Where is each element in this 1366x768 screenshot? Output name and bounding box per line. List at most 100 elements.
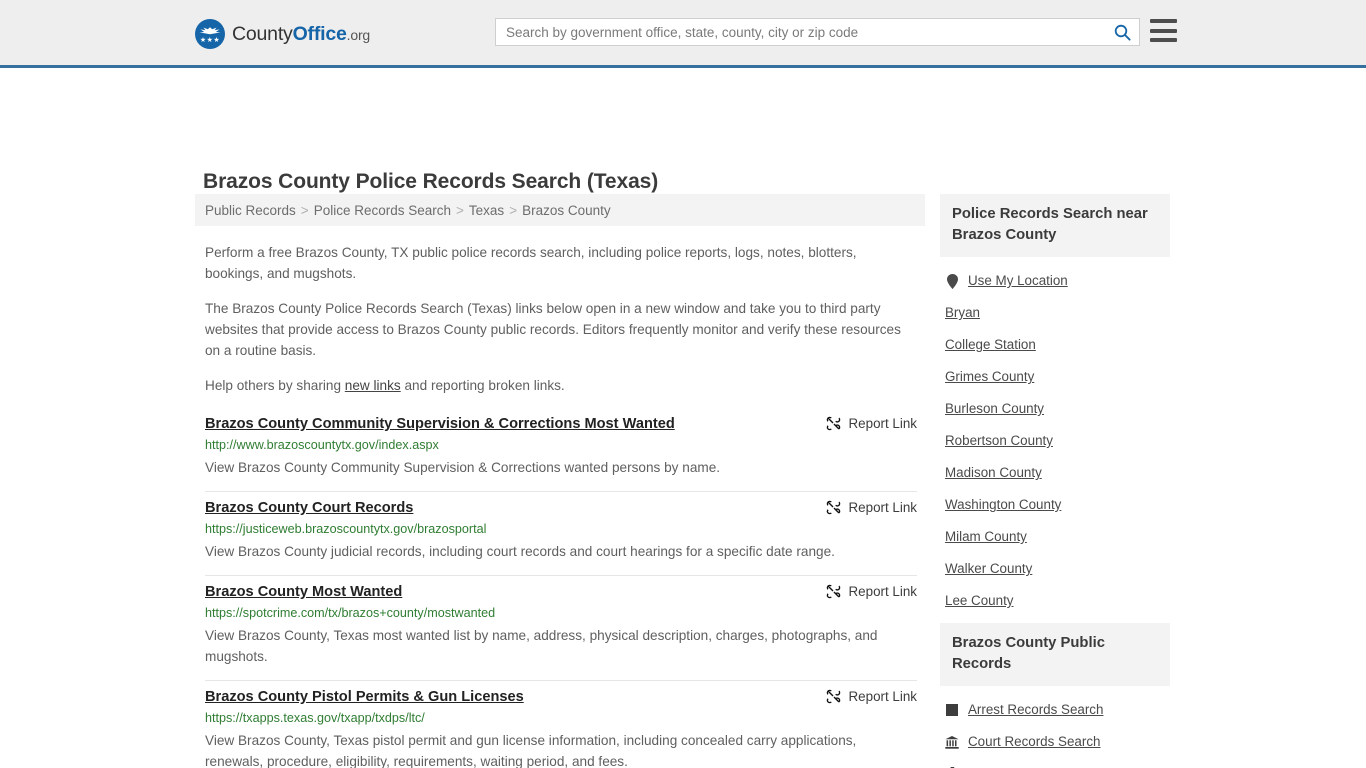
sidebar-nearby-list: Use My Location Bryan College Station Gr…	[940, 257, 1170, 617]
sidebar-item-grimes-county[interactable]: Grimes County	[940, 361, 1170, 393]
breadcrumb-item-texas[interactable]: Texas	[469, 203, 504, 218]
breadcrumb-separator: >	[300, 202, 309, 218]
result-description: View Brazos County, Texas pistol permit …	[205, 733, 857, 768]
sidebar-link-washington-county[interactable]: Washington County	[945, 496, 1061, 514]
intro-section: Perform a free Brazos County, TX public …	[195, 242, 925, 396]
broken-link-icon	[826, 416, 840, 431]
sidebar-heading-nearby: Police Records Search near Brazos County	[940, 194, 1170, 257]
sidebar-link-court-records-search[interactable]: Court Records Search	[968, 733, 1100, 751]
report-link-button[interactable]: Report Link	[825, 688, 917, 705]
search-button[interactable]	[1105, 19, 1139, 45]
sidebar-item-bryan[interactable]: Bryan	[940, 297, 1170, 329]
sidebar-item-madison-county[interactable]: Madison County	[940, 457, 1170, 489]
result-url[interactable]: https://spotcrime.com/tx/brazos+county/m…	[205, 605, 917, 622]
new-links-link[interactable]: new links	[345, 378, 401, 393]
sidebar-link-robertson-county[interactable]: Robertson County	[945, 432, 1053, 450]
breadcrumb-item-public-records[interactable]: Public Records	[205, 203, 296, 218]
page-title: Brazos County Police Records Search (Tex…	[203, 170, 659, 194]
logo-text-office: Office	[292, 22, 347, 45]
hamburger-bar-3	[1150, 38, 1177, 42]
hamburger-bar-1	[1150, 19, 1177, 23]
sidebar-public-records-list: Arrest Records Search Court Records Sear…	[940, 686, 1170, 768]
report-link-button[interactable]: Report Link	[825, 415, 917, 432]
sidebar-link-bryan[interactable]: Bryan	[945, 304, 980, 322]
results-list: Brazos County Community Supervision & Co…	[195, 414, 925, 768]
report-link-button[interactable]: Report Link	[825, 583, 917, 600]
broken-link-icon	[826, 500, 840, 515]
sidebar-item-college-station[interactable]: College Station	[940, 329, 1170, 361]
logo-text-county: County	[232, 22, 293, 45]
result-url[interactable]: https://justiceweb.brazoscountytx.gov/br…	[205, 521, 917, 538]
result-header: Brazos County Pistol Permits & Gun Licen…	[205, 687, 917, 707]
eagle-icon	[199, 27, 221, 35]
sidebar-link-college-station[interactable]: College Station	[945, 336, 1036, 354]
page-body: Brazos County Police Records Search (Tex…	[0, 68, 1366, 768]
logo-text-org: .org	[346, 26, 371, 43]
report-link-label: Report Link	[848, 584, 917, 599]
sidebar-link-grimes-county[interactable]: Grimes County	[945, 368, 1034, 386]
sidebar-item-burleson-county[interactable]: Burleson County	[940, 393, 1170, 425]
broken-link-icon	[826, 689, 840, 704]
sidebar-link-burleson-county[interactable]: Burleson County	[945, 400, 1044, 418]
result-url[interactable]: http://www.brazoscountytx.gov/index.aspx	[205, 437, 917, 454]
sidebar-item-milam-county[interactable]: Milam County	[940, 521, 1170, 553]
sidebar-item-criminal-records-search[interactable]: Criminal Records Search	[940, 758, 1170, 768]
breadcrumb-item-brazos-county[interactable]: Brazos County	[522, 203, 611, 218]
county-office-logo-icon: ★★★	[195, 19, 225, 49]
sidebar-link-use-my-location[interactable]: Use My Location	[968, 272, 1068, 290]
intro-paragraph-3: Help others by sharing new links and rep…	[205, 375, 917, 396]
right-sidebar: Police Records Search near Brazos County…	[940, 194, 1170, 768]
main-content: Public Records > Police Records Search >…	[195, 194, 925, 768]
sidebar-link-milam-county[interactable]: Milam County	[945, 528, 1027, 546]
sidebar-item-robertson-county[interactable]: Robertson County	[940, 425, 1170, 457]
result-item: Brazos County Pistol Permits & Gun Licen…	[205, 681, 917, 768]
sidebar-item-lee-county[interactable]: Lee County	[940, 585, 1170, 617]
intro-paragraph-1: Perform a free Brazos County, TX public …	[205, 245, 857, 281]
logo-stars: ★★★	[199, 37, 221, 44]
result-header: Brazos County Court Records Report Link	[205, 498, 917, 518]
fingerprint-card-icon	[945, 702, 959, 718]
result-item: Brazos County Court Records Report Link …	[205, 492, 917, 576]
courthouse-icon	[945, 734, 959, 750]
breadcrumb: Public Records > Police Records Search >…	[195, 194, 925, 226]
sidebar-item-court-records-search[interactable]: Court Records Search	[940, 726, 1170, 758]
search-icon	[1114, 24, 1131, 41]
search-bar[interactable]	[495, 18, 1140, 46]
report-link-label: Report Link	[848, 500, 917, 515]
sidebar-item-arrest-records-search[interactable]: Arrest Records Search	[940, 694, 1170, 726]
result-title-link[interactable]: Brazos County Pistol Permits & Gun Licen…	[205, 687, 524, 707]
result-item: Brazos County Most Wanted Report Link ht…	[205, 576, 917, 681]
result-header: Brazos County Community Supervision & Co…	[205, 414, 917, 434]
breadcrumb-separator: >	[456, 202, 464, 218]
sidebar-item-walker-county[interactable]: Walker County	[940, 553, 1170, 585]
breadcrumb-item-police-records-search[interactable]: Police Records Search	[314, 203, 451, 218]
breadcrumb-separator: >	[509, 202, 518, 218]
report-link-button[interactable]: Report Link	[825, 499, 917, 516]
sidebar-heading-public-records: Brazos County Public Records	[940, 623, 1170, 686]
result-header: Brazos County Most Wanted Report Link	[205, 582, 917, 602]
sidebar-link-walker-county[interactable]: Walker County	[945, 560, 1032, 578]
sidebar-link-arrest-records-search[interactable]: Arrest Records Search	[968, 701, 1103, 719]
report-link-label: Report Link	[848, 416, 917, 431]
sidebar-item-washington-county[interactable]: Washington County	[940, 489, 1170, 521]
intro-p3-after: and reporting broken links.	[400, 378, 565, 393]
result-title-link[interactable]: Brazos County Most Wanted	[205, 582, 402, 602]
result-title-link[interactable]: Brazos County Court Records	[205, 498, 413, 518]
sidebar-box-nearby: Police Records Search near Brazos County…	[940, 194, 1170, 617]
result-description: View Brazos County Community Supervision…	[205, 460, 721, 475]
hamburger-bar-2	[1150, 28, 1177, 33]
result-description: View Brazos County judicial records, inc…	[205, 544, 835, 559]
sidebar-link-lee-county[interactable]: Lee County	[945, 592, 1014, 610]
result-description: View Brazos County, Texas most wanted li…	[205, 628, 878, 664]
sidebar-item-use-my-location[interactable]: Use My Location	[940, 265, 1170, 297]
result-url[interactable]: https://txapps.texas.gov/txapp/txdps/ltc…	[205, 710, 917, 727]
report-link-label: Report Link	[848, 689, 917, 704]
sidebar-link-madison-county[interactable]: Madison County	[945, 464, 1042, 482]
broken-link-icon	[826, 584, 840, 599]
result-title-link[interactable]: Brazos County Community Supervision & Co…	[205, 414, 675, 434]
site-logo[interactable]: ★★★ CountyOffice.org	[195, 19, 370, 49]
logo-wordmark: CountyOffice.org	[232, 23, 370, 46]
search-input[interactable]	[496, 19, 1105, 45]
hamburger-menu-icon[interactable]	[1150, 19, 1177, 42]
sidebar-box-public-records: Brazos County Public Records Arrest Reco…	[940, 623, 1170, 768]
